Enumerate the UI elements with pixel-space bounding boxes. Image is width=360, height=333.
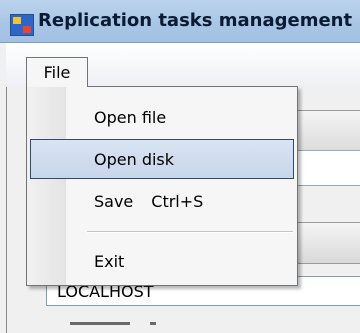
menu-item-label: Open file — [94, 107, 167, 127]
background-input[interactable] — [296, 150, 360, 186]
app-icon — [10, 14, 34, 36]
file-dropdown-menu: Open file Open disk Save Ctrl+S Exit — [26, 86, 298, 286]
background-panel-header — [296, 222, 360, 264]
menu-item-exit[interactable]: Exit — [30, 241, 294, 281]
menu-file[interactable]: File — [26, 57, 88, 87]
menu-item-label: Save — [94, 191, 134, 211]
menu-item-label: Open disk — [94, 149, 175, 169]
menu-item-label: Exit — [94, 251, 125, 271]
menu-item-shortcut: Ctrl+S — [151, 191, 204, 211]
menu-item-open-disk[interactable]: Open disk — [30, 139, 294, 179]
background-tab[interactable] — [295, 110, 360, 152]
title-bar: Replication tasks management — [0, 0, 360, 43]
menu-separator — [87, 231, 293, 233]
window-title: Replication tasks management — [38, 10, 353, 31]
menu-item-open-file[interactable]: Open file — [30, 97, 294, 137]
menu-item-save[interactable]: Save Ctrl+S — [30, 181, 294, 221]
